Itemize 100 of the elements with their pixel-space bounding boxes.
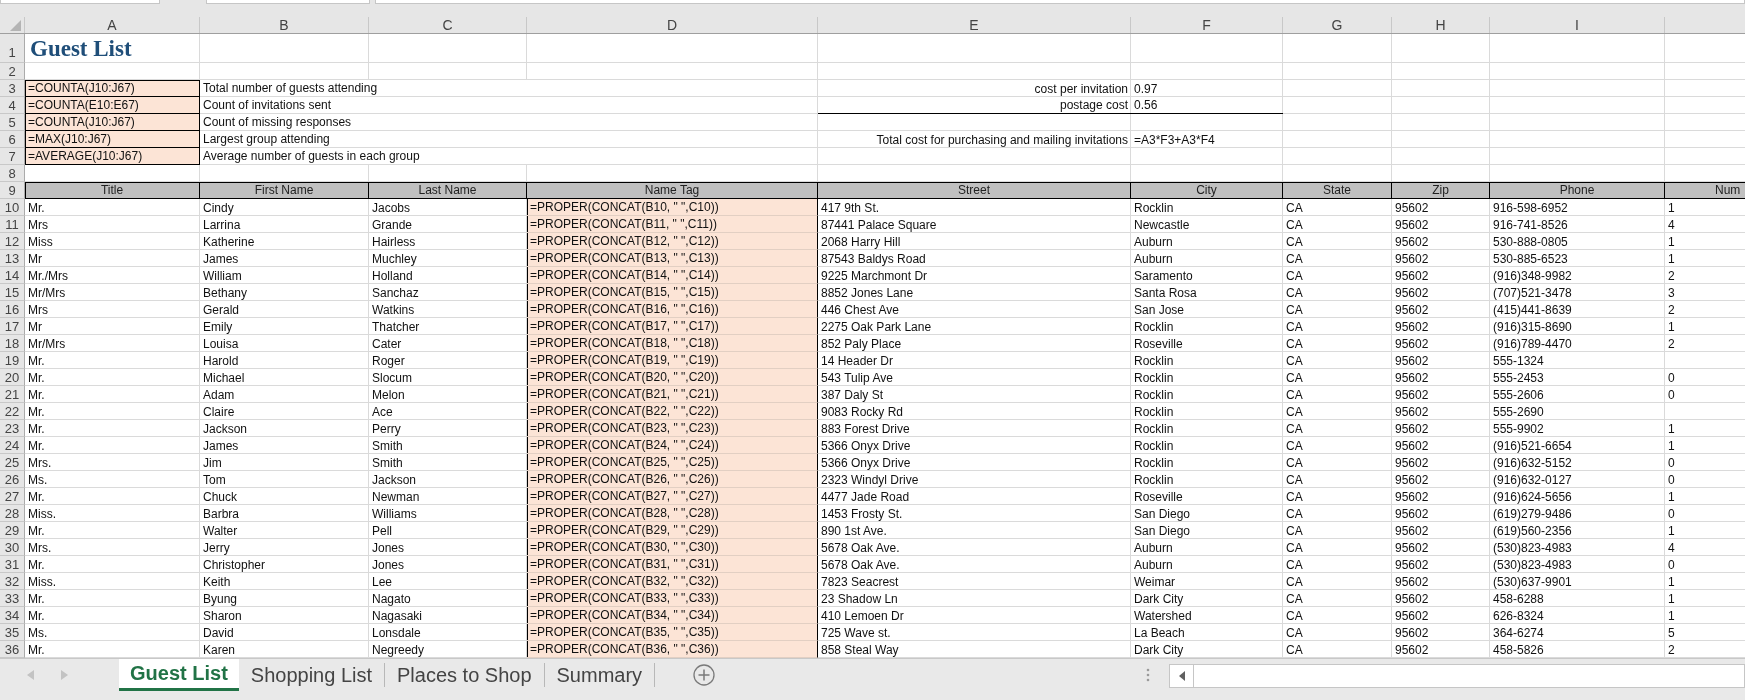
row-number-header[interactable]: 12 (0, 233, 25, 250)
table-cell-text: Jones (371, 539, 406, 556)
row-number-header[interactable]: 26 (0, 471, 25, 488)
table-cell-text: 364-6274 (1492, 624, 1545, 641)
table-cell-text: Roger (371, 352, 406, 369)
row-number-header[interactable]: 30 (0, 539, 25, 556)
column-letter-header[interactable]: E (818, 17, 1131, 33)
sheet-tab[interactable]: Places to Shop (385, 663, 545, 687)
right-triangle-icon[interactable] (61, 670, 68, 680)
row-number-header[interactable]: 25 (0, 454, 25, 471)
row-number-header[interactable]: 23 (0, 420, 25, 437)
row-number-header[interactable]: 16 (0, 301, 25, 318)
row-number-header[interactable]: 19 (0, 352, 25, 369)
cost-label: Total cost for purchasing and mailing invitations (875, 131, 1129, 148)
table-cell-text: Christopher (202, 556, 267, 573)
row-number-header[interactable]: 35 (0, 624, 25, 641)
vertical-dots-icon[interactable] (1146, 668, 1150, 682)
row-number-header[interactable]: 3 (0, 80, 25, 97)
table-cell-text: Lonsdale (371, 624, 422, 641)
row-number-header[interactable]: 29 (0, 522, 25, 539)
table-cell-text: 95602 (1394, 352, 1430, 369)
row-number-header[interactable]: 11 (0, 216, 25, 233)
row-number-header[interactable]: 13 (0, 250, 25, 267)
table-cell-text: 95602 (1394, 369, 1430, 386)
horizontal-scrollbar[interactable] (1169, 664, 1745, 688)
column-letter-header[interactable]: H (1392, 17, 1490, 33)
table-cell-text: 1 (1667, 590, 1676, 607)
table-cell-text: Louisa (202, 335, 240, 352)
table-cell-text: Watkins (371, 301, 416, 318)
formula-cell: =PROPER(CONCAT(B26, " ",C26)) (527, 471, 818, 488)
row-number-header[interactable]: 34 (0, 607, 25, 624)
table-cell-text: CA (1285, 607, 1304, 624)
table-cell-text: Jones (371, 556, 406, 573)
row-number-header[interactable]: 7 (0, 148, 25, 165)
name-box-field[interactable] (0, 0, 160, 4)
table-cell-text: Michael (202, 369, 246, 386)
column-letter-header[interactable]: C (369, 17, 527, 33)
table-cell-text: 95602 (1394, 199, 1430, 216)
column-letter-header[interactable]: I (1490, 17, 1665, 33)
row-number-header[interactable]: 24 (0, 437, 25, 454)
row-number-header[interactable]: 33 (0, 590, 25, 607)
table-cell-text: 858 Steal Way (820, 641, 900, 658)
table-cell-text: Jacobs (371, 199, 412, 216)
row-number-header[interactable]: 17 (0, 318, 25, 335)
table-cell-text: 852 Paly Place (820, 335, 903, 352)
table-cell-text: Negreedy (371, 641, 426, 658)
row-number-header[interactable]: 22 (0, 403, 25, 420)
table-cell-text: 555-9902 (1492, 420, 1545, 437)
formula-cell: =PROPER(CONCAT(B22, " ",C22)) (527, 403, 818, 420)
row-number-header[interactable]: 36 (0, 641, 25, 658)
table-cell-text: 1 (1667, 522, 1676, 539)
sheet-tab[interactable]: Guest List (119, 659, 239, 691)
left-triangle-icon[interactable] (27, 670, 34, 680)
table-cell-text: 87543 Baldys Road (820, 250, 927, 267)
input-field[interactable] (206, 0, 370, 4)
row-number-header[interactable]: 9 (0, 182, 25, 199)
row-number-header[interactable]: 32 (0, 573, 25, 590)
table-cell-text: Williams (371, 505, 418, 522)
row-number-header[interactable]: 18 (0, 335, 25, 352)
column-letter-header[interactable]: D (527, 17, 818, 33)
row-number-header[interactable]: 1 (0, 34, 25, 63)
row-number-header[interactable]: 21 (0, 386, 25, 403)
column-letter-header[interactable]: A (25, 17, 200, 33)
table-cell-text: 1 (1667, 488, 1676, 505)
table-cell-text: 543 Tulip Ave (820, 369, 894, 386)
row-number-header[interactable]: 8 (0, 165, 25, 182)
column-header: Street (818, 182, 1131, 199)
column-letter-header[interactable]: G (1283, 17, 1392, 33)
row-number-header[interactable]: 6 (0, 131, 25, 148)
cost-value: 0.56 (1131, 97, 1283, 114)
row-number-header[interactable]: 28 (0, 505, 25, 522)
table-cell-text: 530-888-0805 (1492, 233, 1569, 250)
table-cell-text: Santa Rosa (1133, 284, 1198, 301)
column-letter-header[interactable]: B (200, 17, 369, 33)
sheet-tab[interactable]: Summary (544, 663, 656, 687)
table-cell-text: CA (1285, 352, 1304, 369)
table-cell-text: Weimar (1133, 573, 1177, 590)
row-number-header[interactable]: 20 (0, 369, 25, 386)
row-number-header[interactable]: 27 (0, 488, 25, 505)
row-number-header[interactable]: 2 (0, 63, 25, 80)
column-letter-header[interactable]: F (1131, 17, 1283, 33)
row-number-header[interactable]: 31 (0, 556, 25, 573)
table-cell-text: James (202, 250, 240, 267)
formula-cell: =PROPER(CONCAT(B28, " ",C28)) (527, 505, 818, 522)
table-cell-text: La Beach (1133, 624, 1186, 641)
formula-cell: =PROPER(CONCAT(B11, " ",C11)) (527, 216, 818, 233)
table-cell-text: Pell (371, 522, 393, 539)
sheet-tab[interactable]: Shopping List (238, 663, 385, 687)
table-cell-text: 0 (1667, 556, 1676, 573)
formula-bar-field[interactable] (375, 0, 1745, 4)
row-number-header[interactable]: 10 (0, 199, 25, 216)
table-cell-text: CA (1285, 386, 1304, 403)
plus-circle-icon[interactable] (693, 664, 716, 686)
formula-cell: =PROPER(CONCAT(B14, " ",C14)) (527, 267, 818, 284)
row-number-header[interactable]: 5 (0, 114, 25, 131)
table-cell-text: 2 (1667, 335, 1676, 352)
row-number-header[interactable]: 15 (0, 284, 25, 301)
row-number-header[interactable]: 4 (0, 97, 25, 114)
row-number-header[interactable]: 14 (0, 267, 25, 284)
cost-label: cost per invitation (1033, 80, 1129, 97)
